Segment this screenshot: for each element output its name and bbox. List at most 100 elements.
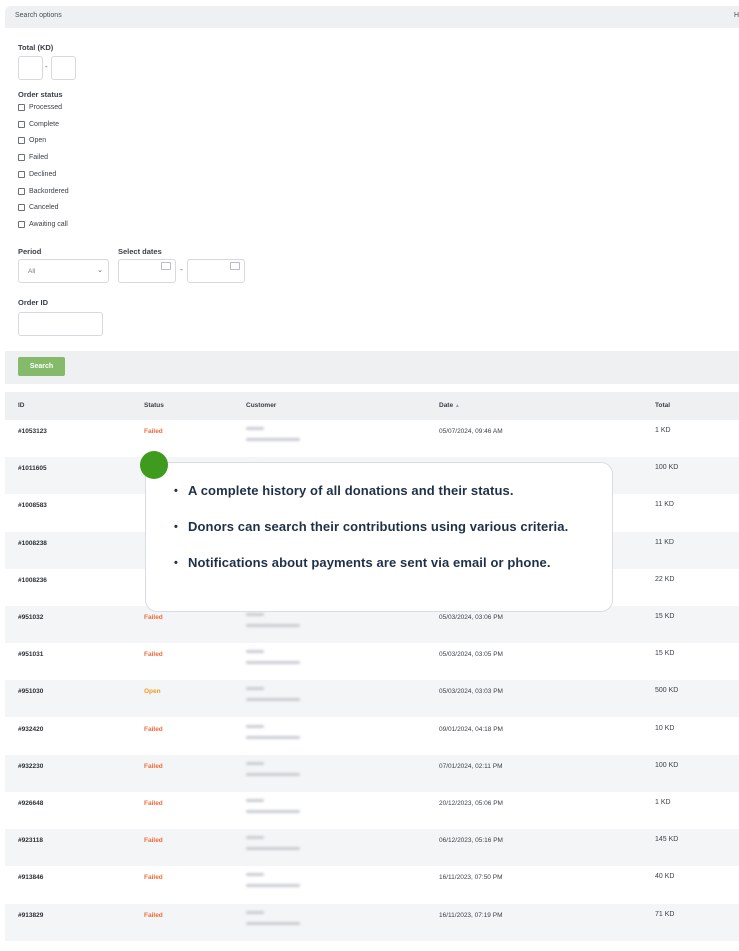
order-id[interactable]: #926648 <box>18 800 43 807</box>
search-button[interactable]: Search <box>18 357 65 376</box>
customer-info <box>246 650 300 665</box>
customer-info <box>246 761 300 776</box>
order-total: 71 KD <box>655 910 675 918</box>
order-date: 07/01/2024, 02:11 PM <box>439 762 503 770</box>
total-min-input[interactable] <box>18 56 43 80</box>
checkbox-label: Declined <box>29 170 57 178</box>
status-checkbox-open[interactable]: Open <box>18 137 47 145</box>
order-status: Failed <box>144 428 163 435</box>
date-from-input[interactable] <box>118 259 176 283</box>
callout-bullet: A complete history of all donations and … <box>174 483 568 519</box>
checkbox-label: Failed <box>29 154 49 162</box>
order-date: 05/03/2024, 03:03 PM <box>439 688 503 696</box>
total-label: Total (KD) <box>18 43 54 52</box>
order-total: 40 KD <box>655 873 675 881</box>
order-id[interactable]: #1008238 <box>18 540 47 547</box>
calendar-icon[interactable] <box>161 262 171 270</box>
order-id[interactable]: #923118 <box>18 837 43 844</box>
status-checkbox-processed[interactable]: Processed <box>18 104 62 111</box>
table-row[interactable]: #932420 Failed 09/01/2024, 04:18 PM 10 KD <box>5 718 739 755</box>
table-row[interactable]: #951030 Open 05/03/2024, 03:03 PM 500 KD <box>5 680 739 718</box>
status-checkbox-declined[interactable]: Declined <box>18 170 57 178</box>
order-date: 20/12/2023, 05:06 PM <box>439 800 503 807</box>
calendar-icon[interactable] <box>230 262 240 270</box>
table-row[interactable]: #932230 Failed 07/01/2024, 02:11 PM 100 KD <box>5 754 739 792</box>
status-checkbox-awaiting-call[interactable]: Awaiting call <box>18 220 68 228</box>
order-status: Failed <box>144 762 163 770</box>
checkbox[interactable] <box>18 220 25 228</box>
order-id[interactable]: #1053123 <box>18 428 47 435</box>
col-total[interactable]: Total <box>655 402 670 409</box>
col-date[interactable]: Date ▲ <box>439 402 460 409</box>
order-total: 22 KD <box>655 575 675 583</box>
checkbox[interactable] <box>18 154 25 162</box>
checkbox[interactable] <box>18 204 25 212</box>
status-checkbox-backordered[interactable]: Backordered <box>18 187 69 195</box>
order-id[interactable]: #1011605 <box>18 465 47 472</box>
checkbox[interactable] <box>18 170 25 178</box>
checkbox[interactable] <box>18 187 25 195</box>
order-date: 05/03/2024, 03:06 PM <box>439 614 503 621</box>
customer-info <box>246 724 300 739</box>
order-date: 16/11/2023, 07:50 PM <box>439 874 503 882</box>
date-to-input[interactable] <box>187 259 245 283</box>
callout-bullet: Notifications about payments are sent vi… <box>174 555 568 591</box>
table-row[interactable]: #926648 Failed 20/12/2023, 05:06 PM 1 KD <box>5 792 739 829</box>
order-total: 15 KD <box>655 650 675 658</box>
callout-bullet: Donors can search their contributions us… <box>174 519 568 555</box>
order-total: 100 KD <box>655 464 679 472</box>
checkbox-label: Backordered <box>29 187 69 195</box>
search-options-header[interactable]: Search options H <box>5 6 739 28</box>
hide-toggle[interactable]: H <box>734 12 739 19</box>
status-checkbox-canceled[interactable]: Canceled <box>18 204 59 212</box>
period-select[interactable]: All ⌄ <box>18 259 109 283</box>
table-row[interactable]: #913846 Failed 16/11/2023, 07:50 PM 40 KD <box>5 866 739 903</box>
order-id[interactable]: #1008583 <box>18 502 47 509</box>
date-range-dash: - <box>180 265 183 274</box>
search-options-title: Search options <box>15 12 62 19</box>
customer-info <box>246 687 300 702</box>
order-id[interactable]: #913846 <box>18 874 43 881</box>
order-id[interactable]: #1008236 <box>18 577 47 584</box>
customer-info <box>246 613 300 627</box>
order-total: 1 KD <box>655 427 671 434</box>
order-id[interactable]: #932230 <box>18 763 43 770</box>
order-status: Failed <box>144 800 163 807</box>
order-status: Failed <box>144 614 163 621</box>
order-id-input[interactable] <box>18 312 103 336</box>
checkbox[interactable] <box>18 104 25 111</box>
order-status: Failed <box>144 911 163 919</box>
total-max-input[interactable] <box>51 56 76 80</box>
checkbox-label: Open <box>29 137 47 145</box>
range-dash: - <box>45 62 48 71</box>
col-date-label: Date <box>439 402 454 409</box>
col-status[interactable]: Status <box>144 402 164 409</box>
order-id[interactable]: #951031 <box>18 651 43 658</box>
order-date: 09/01/2024, 04:18 PM <box>439 725 503 733</box>
order-status: Open <box>144 688 161 696</box>
order-status: Failed <box>144 725 163 733</box>
table-row[interactable]: #913829 Failed 16/11/2023, 07:19 PM 71 KD <box>5 903 739 941</box>
checkbox[interactable] <box>18 120 25 128</box>
customer-info <box>246 836 300 851</box>
table-row[interactable]: #1053123 Failed 05/07/2024, 09:46 AM 1 KD <box>5 420 739 457</box>
order-id-label: Order ID <box>18 298 49 307</box>
order-id[interactable]: #913829 <box>18 912 43 919</box>
order-total: 11 KD <box>655 538 674 546</box>
chevron-down-icon: ⌄ <box>97 267 103 274</box>
order-date: 16/11/2023, 07:19 PM <box>439 911 503 919</box>
col-customer[interactable]: Customer <box>246 402 276 409</box>
order-id[interactable]: #951030 <box>18 688 43 695</box>
status-checkbox-failed[interactable]: Failed <box>18 154 49 162</box>
table-row[interactable]: #951031 Failed 05/03/2024, 03:05 PM 15 KD <box>5 643 739 680</box>
status-checkbox-complete[interactable]: Complete <box>18 120 59 128</box>
checkbox[interactable] <box>18 137 25 145</box>
order-total: 1 KD <box>655 799 671 806</box>
order-total: 500 KD <box>655 687 679 695</box>
order-status: Failed <box>144 874 163 882</box>
table-row[interactable]: #923118 Failed 06/12/2023, 05:16 PM 145 KD <box>5 829 739 867</box>
order-id[interactable]: #932420 <box>18 726 43 733</box>
order-id[interactable]: #951032 <box>18 614 43 621</box>
col-id[interactable]: ID <box>18 402 25 409</box>
order-total: 145 KD <box>655 836 679 844</box>
